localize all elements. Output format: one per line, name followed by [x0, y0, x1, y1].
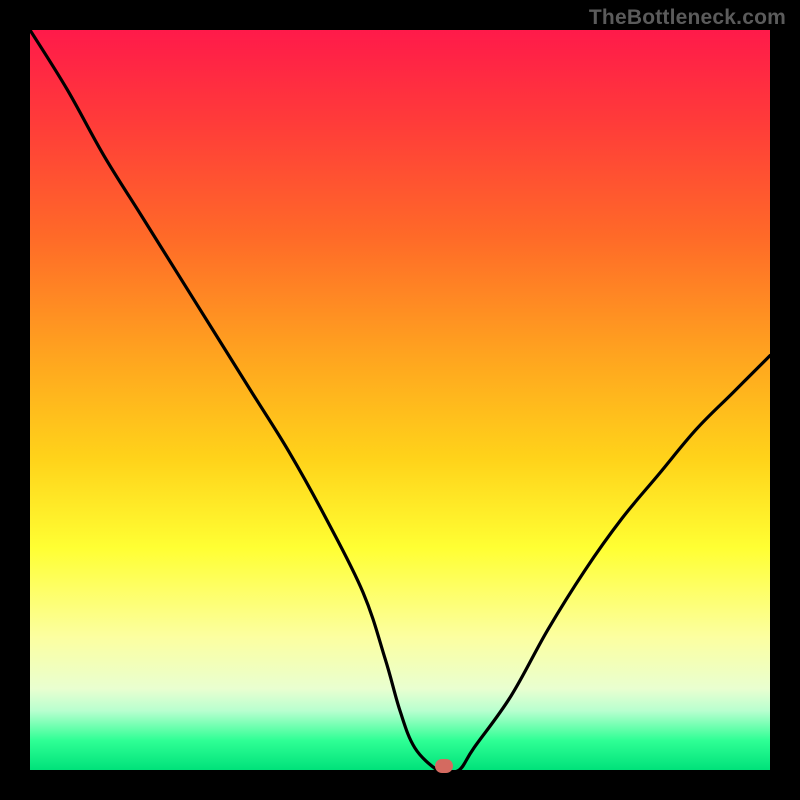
bottleneck-curve — [30, 30, 770, 770]
watermark-label: TheBottleneck.com — [589, 6, 786, 30]
chart-stage: TheBottleneck.com — [0, 0, 800, 800]
curve-svg — [30, 30, 770, 770]
plot-area — [30, 30, 770, 770]
min-marker — [435, 759, 453, 773]
